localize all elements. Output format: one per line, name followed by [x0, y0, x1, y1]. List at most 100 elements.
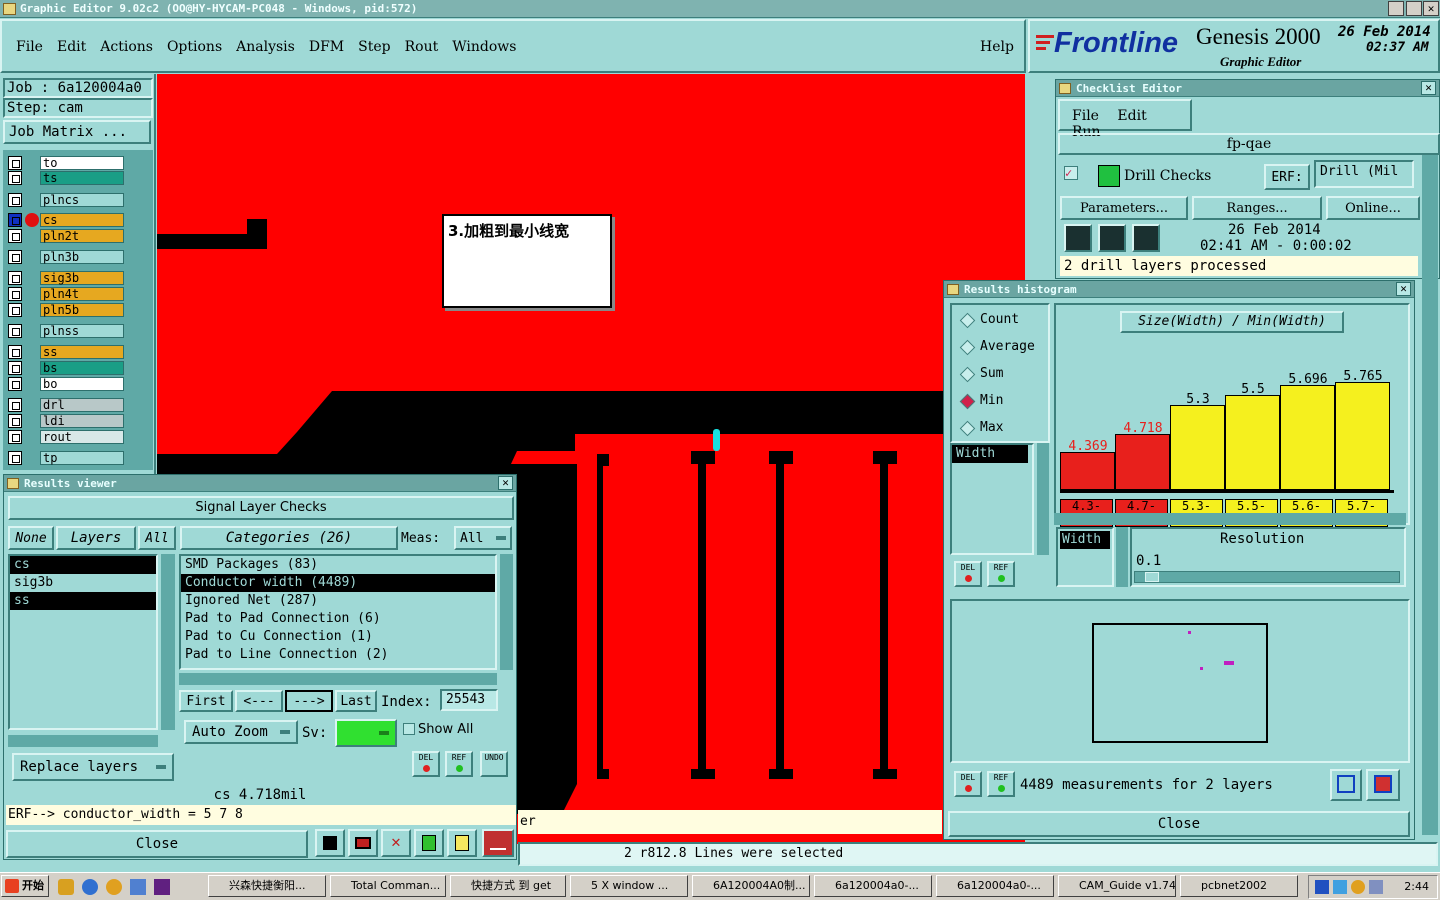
list-item[interactable]: cs — [10, 556, 156, 574]
category-vscroll[interactable] — [500, 554, 513, 670]
ref-button[interactable]: REF — [445, 751, 473, 777]
zoom-to-icon[interactable] — [1330, 769, 1362, 801]
layer-checkbox[interactable] — [8, 213, 22, 227]
width-field-vscroll[interactable] — [1116, 527, 1128, 587]
taskbar-item[interactable]: 6a120004a0-... — [936, 875, 1054, 897]
layer-checkbox[interactable] — [8, 303, 22, 317]
field-list-vscroll[interactable] — [1037, 443, 1049, 555]
list-item[interactable]: Ignored Net (287) — [181, 592, 495, 610]
del-button[interactable]: DEL — [412, 751, 440, 777]
layer-row-bs[interactable]: bs — [8, 361, 124, 375]
quicklaunch-icon[interactable] — [58, 879, 74, 895]
tray-icon[interactable] — [1351, 880, 1365, 894]
histogram-icon[interactable] — [482, 829, 514, 857]
layer-row-tp[interactable]: tp — [8, 451, 124, 465]
layer-checkbox[interactable] — [8, 324, 22, 338]
report-icon[interactable] — [315, 829, 345, 857]
layer-row-to[interactable]: to — [8, 156, 124, 170]
list-item[interactable]: ss — [10, 592, 156, 610]
layer-checkbox[interactable] — [8, 287, 22, 301]
menu-help[interactable]: Help — [980, 39, 1014, 55]
run-all-icon[interactable] — [1132, 224, 1160, 252]
option-max[interactable]: Max — [958, 417, 1003, 439]
layer-list-hscroll[interactable] — [8, 735, 158, 747]
screen-icon[interactable] — [348, 829, 378, 857]
taskbar-item[interactable]: Total Comman... — [330, 875, 446, 897]
layer-name[interactable]: ldi — [40, 414, 124, 428]
show-all-checkbox[interactable] — [403, 723, 415, 735]
layer-row-plnss[interactable]: plnss — [8, 324, 124, 338]
list-item[interactable]: Pad to Cu Connection (1) — [181, 628, 495, 646]
list-item[interactable]: SMD Packages (83) — [181, 556, 495, 574]
layer-row-sig3b[interactable]: sig3b — [8, 271, 124, 285]
category-list[interactable]: SMD Packages (83) Conductor width (4489)… — [179, 554, 497, 670]
quicklaunch-icon[interactable] — [82, 879, 98, 895]
run-check-icon[interactable] — [1064, 224, 1092, 252]
next-button[interactable]: ---> — [285, 690, 333, 712]
layer-name[interactable]: pln3b — [40, 250, 124, 264]
layer-checkbox[interactable] — [8, 414, 22, 428]
menu-dfm[interactable]: DFM — [309, 39, 344, 71]
layer-checkbox[interactable] — [8, 271, 22, 285]
preview-ref-button[interactable]: REF — [987, 771, 1015, 797]
auto-zoom-dropdown[interactable]: Auto Zoom — [184, 720, 298, 744]
layer-checkbox[interactable] — [8, 361, 22, 375]
tray-icon[interactable] — [1369, 880, 1383, 894]
layer-name[interactable]: pln5b — [40, 303, 124, 317]
layer-name[interactable]: sig3b — [40, 271, 124, 285]
menu-step[interactable]: Step — [358, 39, 390, 71]
taskbar-item[interactable]: pcbnet2002 — [1180, 875, 1298, 897]
taskbar-item[interactable]: 5 X window ... — [570, 875, 688, 897]
layer-checkbox[interactable] — [8, 156, 22, 170]
layer-name[interactable]: bo — [40, 377, 124, 391]
first-button[interactable]: First — [179, 690, 233, 712]
close-icon[interactable]: ✕ — [498, 476, 513, 490]
meas-dropdown[interactable]: All — [454, 526, 512, 550]
option-sum[interactable]: Sum — [958, 363, 1003, 385]
histogram-del-button[interactable]: DEL — [954, 561, 982, 587]
tray-icon[interactable] — [1315, 880, 1329, 894]
maximize-button[interactable] — [1406, 1, 1422, 16]
layer-name[interactable]: pln4t — [40, 287, 124, 301]
list-item[interactable]: Width — [952, 445, 1028, 463]
right-edge-scroll[interactable] — [1422, 155, 1438, 835]
close-window-button[interactable]: ✕ — [1423, 1, 1439, 16]
index-input[interactable]: 25543 — [440, 689, 498, 711]
run-step-icon[interactable] — [1098, 224, 1126, 252]
histogram-bar[interactable] — [1280, 385, 1335, 490]
layer-checkbox[interactable] — [8, 193, 22, 207]
list-item[interactable]: Pad to Pad Connection (6) — [181, 610, 495, 628]
layer-row-cs[interactable]: cs — [8, 213, 124, 227]
layer-checkbox[interactable] — [8, 451, 22, 465]
categories-button[interactable]: Categories (26) — [180, 526, 398, 550]
layer-row-ldi[interactable]: ldi — [8, 414, 124, 428]
layer-checkbox[interactable] — [8, 171, 22, 185]
taskbar-item[interactable]: 6a120004a0-... — [814, 875, 932, 897]
list-item[interactable]: Conductor width (4489) — [181, 574, 495, 592]
close-icon[interactable]: ✕ — [1421, 81, 1436, 95]
prev-button[interactable]: <--- — [235, 690, 283, 712]
histogram-bar[interactable] — [1115, 434, 1170, 490]
layer-name[interactable]: bs — [40, 361, 124, 375]
menu-edit[interactable]: Edit — [57, 39, 86, 71]
option-average[interactable]: Average — [958, 336, 1035, 358]
layer-row-plncs[interactable]: plncs — [8, 193, 124, 207]
menu-file[interactable]: File — [16, 39, 43, 71]
layer-name[interactable]: rout — [40, 430, 124, 444]
quicklaunch-icon[interactable] — [106, 879, 122, 895]
layer-results-list[interactable]: cs sig3b ss — [8, 554, 158, 730]
cross-icon[interactable]: ✕ — [381, 829, 411, 857]
histogram-bar[interactable] — [1335, 382, 1390, 490]
menu-analysis[interactable]: Analysis — [236, 39, 295, 71]
resolution-slider[interactable] — [1134, 571, 1400, 583]
parameters-button[interactable]: Parameters... — [1060, 196, 1188, 220]
all-layers-button[interactable]: All — [138, 526, 176, 550]
results-close-button[interactable]: Close — [6, 830, 308, 858]
taskbar-item[interactable]: 6A120004A0制... — [692, 875, 810, 897]
layer-checkbox[interactable] — [8, 430, 22, 444]
histogram-bar[interactable] — [1060, 452, 1115, 490]
checklist-menu-edit[interactable]: Edit — [1117, 108, 1146, 124]
layer-row-ss[interactable]: ss — [8, 345, 124, 359]
preview-del-button[interactable]: DEL — [954, 771, 982, 797]
taskbar-item[interactable]: 兴森快捷衡阳... — [208, 875, 326, 897]
